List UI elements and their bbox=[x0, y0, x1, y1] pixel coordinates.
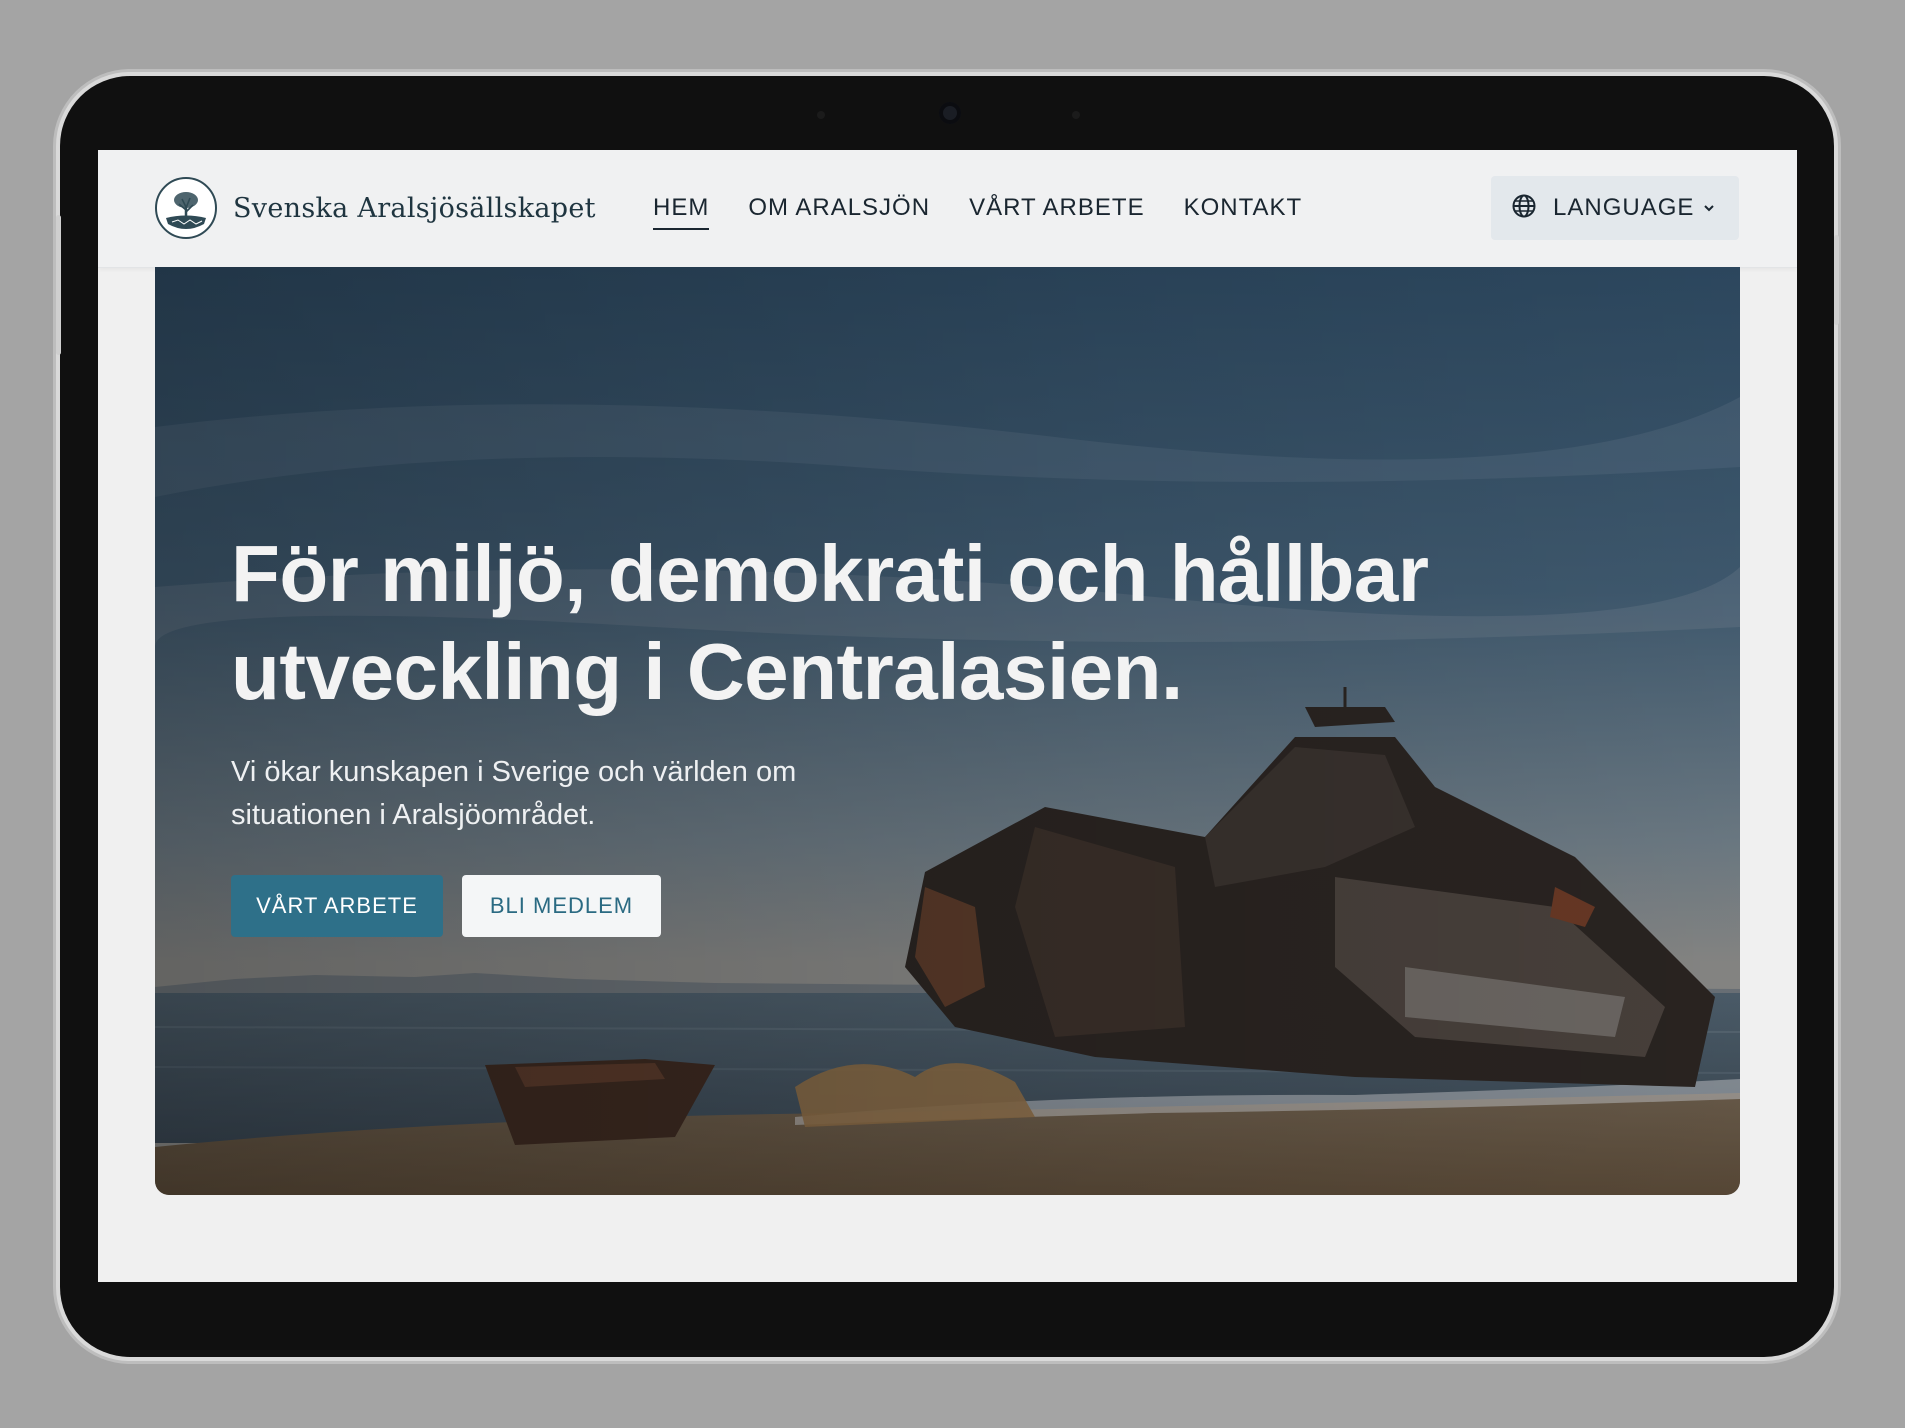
language-label: LANGUAGE bbox=[1553, 194, 1695, 221]
chevron-down-icon bbox=[1702, 203, 1716, 213]
front-camera bbox=[939, 102, 961, 124]
nav-item-hem[interactable]: HEM bbox=[653, 194, 710, 230]
sensor-dot bbox=[1072, 111, 1080, 119]
nav-item-kontakt[interactable]: KONTAKT bbox=[1184, 194, 1303, 230]
nav-item-om-aralsjon[interactable]: OM ARALSJÖN bbox=[748, 194, 930, 230]
hero-title: För miljö, demokrati och hållbar utveckl… bbox=[231, 529, 1429, 716]
hero-section: För miljö, demokrati och hållbar utveckl… bbox=[155, 267, 1740, 1195]
language-selector[interactable]: LANGUAGE bbox=[1491, 176, 1739, 240]
site-name: Svenska Aralsjösällskapet bbox=[233, 192, 596, 224]
main-nav: HEM OM ARALSJÖN VÅRT ARBETE KONTAKT bbox=[653, 194, 1302, 230]
volume-button bbox=[56, 215, 61, 355]
tree-globe-icon bbox=[155, 177, 217, 239]
sensor-dot bbox=[817, 111, 825, 119]
globe-icon bbox=[1511, 193, 1537, 223]
vart-arbete-button[interactable]: VÅRT ARBETE bbox=[231, 875, 443, 937]
power-button bbox=[1834, 235, 1839, 325]
bli-medlem-button[interactable]: BLI MEDLEM bbox=[462, 875, 661, 937]
hero-subtitle: Vi ökar kunskapen i Sverige och världen … bbox=[231, 756, 797, 831]
browser-viewport: Svenska Aralsjösällskapet HEM OM ARALSJÖ… bbox=[98, 150, 1797, 1282]
nav-item-vart-arbete[interactable]: VÅRT ARBETE bbox=[969, 194, 1145, 230]
site-header: Svenska Aralsjösällskapet HEM OM ARALSJÖ… bbox=[98, 150, 1797, 268]
site-logo[interactable]: Svenska Aralsjösällskapet bbox=[155, 177, 596, 239]
hero-image bbox=[155, 267, 1740, 1195]
